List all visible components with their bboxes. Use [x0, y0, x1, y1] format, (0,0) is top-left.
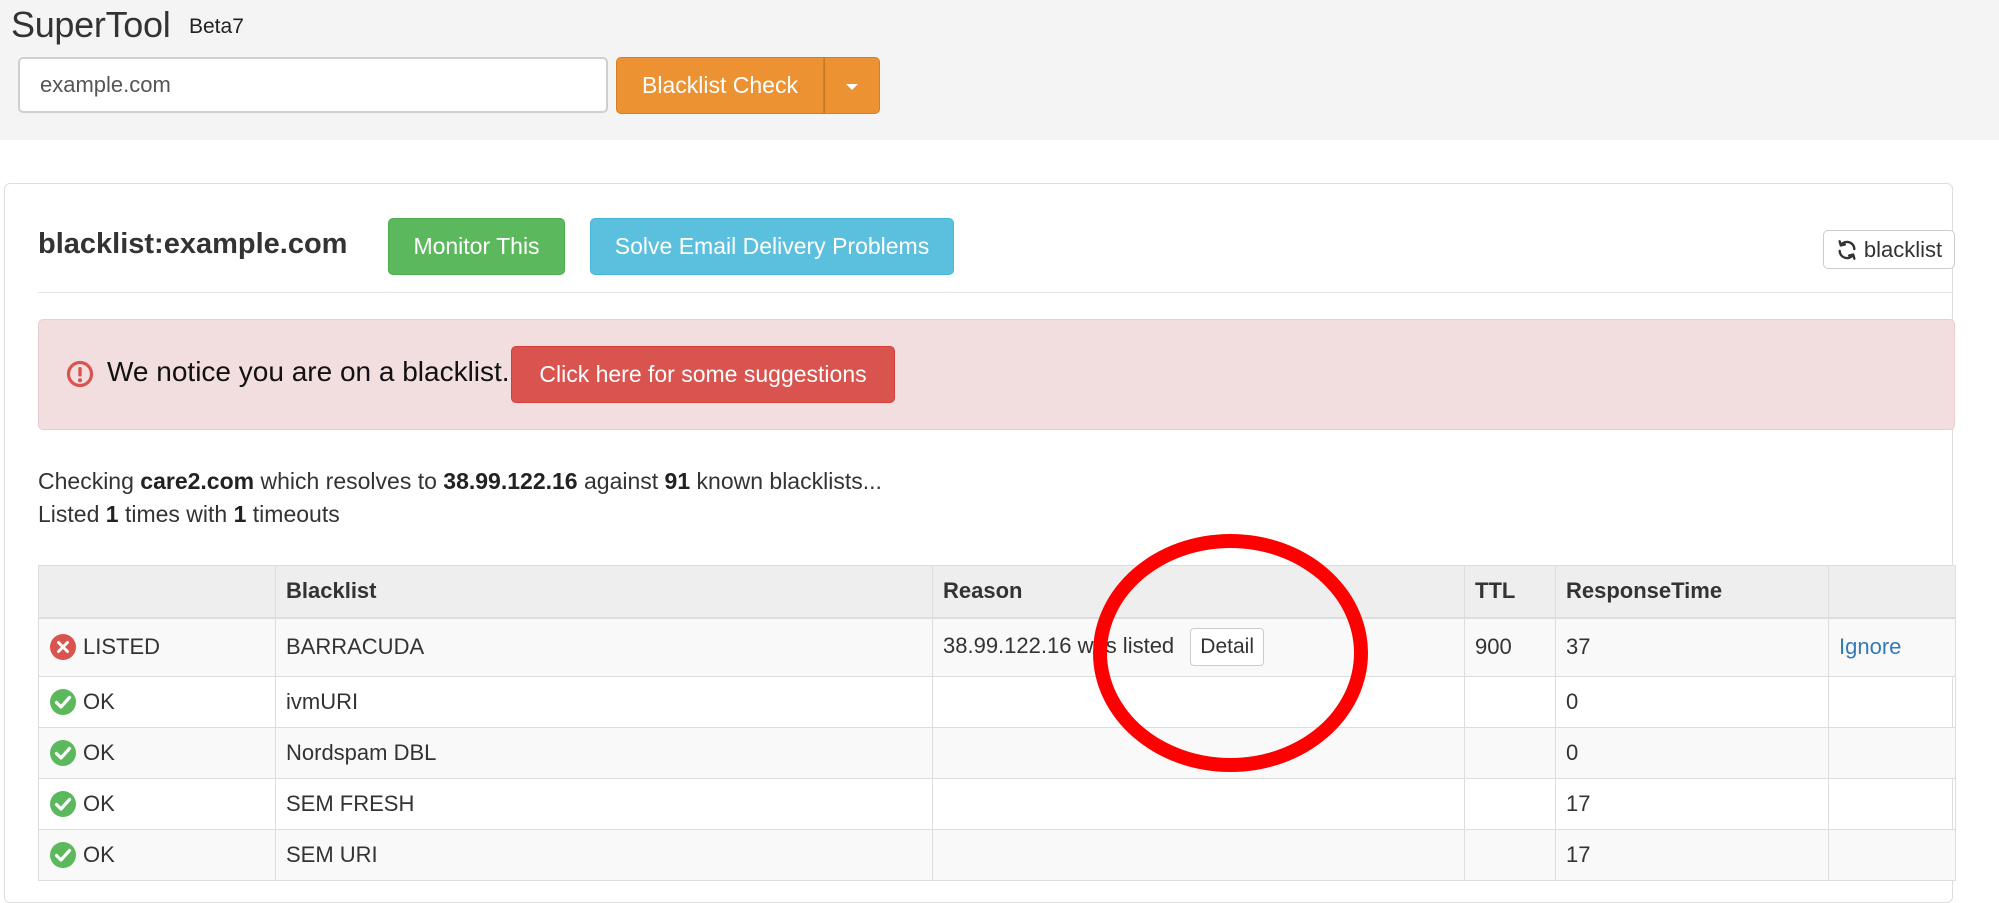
- reason-cell: [932, 727, 1465, 779]
- blacklist-name-cell: SEM URI: [275, 829, 933, 881]
- check-circle-icon: [50, 740, 76, 766]
- blacklist-results-table: Blacklist Reason TTL ResponseTime LISTED…: [38, 565, 1956, 881]
- brand-name: SuperTool: [11, 4, 171, 45]
- status-cell: OK: [38, 676, 276, 728]
- check-options-dropdown[interactable]: [824, 57, 880, 114]
- solve-email-problems-button[interactable]: Solve Email Delivery Problems: [590, 218, 954, 275]
- blacklist-check-button[interactable]: Blacklist Check: [616, 57, 824, 114]
- table-row: OK Nordspam DBL 0: [38, 727, 1956, 779]
- table-header-row: Blacklist Reason TTL ResponseTime: [38, 565, 1956, 619]
- check-summary: Checking care2.com which resolves to 38.…: [38, 468, 882, 495]
- summary-listed-label: Listed: [38, 501, 100, 527]
- table-row: OK SEM URI 17: [38, 829, 1956, 881]
- column-header-ttl[interactable]: TTL: [1464, 565, 1556, 619]
- table-row: OK SEM FRESH 17: [38, 778, 1956, 830]
- action-cell: [1828, 676, 1956, 728]
- reason-cell: [932, 829, 1465, 881]
- response-time-cell: 0: [1555, 727, 1829, 779]
- column-header-blacklist[interactable]: Blacklist: [275, 565, 933, 619]
- response-time-cell: 17: [1555, 829, 1829, 881]
- summary-known-label: known blacklists...: [696, 468, 882, 494]
- column-header-reason[interactable]: Reason: [932, 565, 1465, 619]
- summary-listed-count: 1: [105, 501, 119, 527]
- reason-text: 38.99.122.16 was listed: [943, 633, 1175, 659]
- ignore-link[interactable]: Ignore: [1839, 634, 1901, 659]
- x-circle-icon: [50, 634, 76, 661]
- reason-cell: 38.99.122.16 was listed Detail: [932, 617, 1465, 677]
- status-label: LISTED: [83, 634, 161, 660]
- status-label: OK: [83, 689, 115, 714]
- listed-summary: Listed 1 times with 1 timeouts: [38, 501, 340, 528]
- alert-message: We notice you are on a blacklist.: [107, 356, 510, 387]
- status-label: OK: [83, 791, 115, 816]
- status-label: OK: [83, 740, 115, 765]
- action-cell: Ignore: [1828, 617, 1956, 677]
- refresh-icon: [1838, 239, 1856, 260]
- table-row: OK ivmURI 0: [38, 676, 1956, 728]
- column-header-action: [1828, 565, 1956, 619]
- action-cell: [1828, 778, 1956, 830]
- summary-domain: care2.com: [140, 468, 255, 494]
- table-row: LISTED BARRACUDA 38.99.122.16 was listed…: [38, 617, 1956, 677]
- blacklist-name-cell: Nordspam DBL: [275, 727, 933, 779]
- ttl-cell: [1464, 727, 1556, 779]
- action-cell: [1828, 727, 1956, 779]
- blacklist-name-cell: BARRACUDA: [275, 617, 933, 677]
- check-circle-icon: [50, 842, 76, 868]
- check-circle-icon: [50, 689, 76, 715]
- summary-resolves-label: which resolves to: [260, 468, 437, 494]
- response-time-cell: 37: [1555, 617, 1829, 677]
- page-title: blacklist:example.com: [38, 228, 348, 260]
- summary-ip: 38.99.122.16: [443, 468, 578, 494]
- summary-checking-label: Checking: [38, 468, 134, 494]
- summary-timeout-count: 1: [233, 501, 247, 527]
- suggestions-button[interactable]: Click here for some suggestions: [511, 346, 895, 403]
- action-cell: [1828, 829, 1956, 881]
- refresh-button-label: blacklist: [1863, 236, 1943, 262]
- status-cell: OK: [38, 778, 276, 830]
- blacklist-name-cell: ivmURI: [275, 676, 933, 728]
- reason-cell: [932, 676, 1465, 728]
- detail-button[interactable]: Detail: [1190, 628, 1264, 667]
- ttl-cell: [1464, 676, 1556, 728]
- summary-times-label: times with: [124, 501, 228, 527]
- caret-down-icon: [846, 84, 858, 90]
- domain-search-input[interactable]: [18, 57, 608, 113]
- ttl-cell: [1464, 778, 1556, 830]
- monitor-this-button[interactable]: Monitor This: [388, 218, 565, 275]
- column-header-status: [38, 565, 276, 619]
- status-cell: OK: [38, 727, 276, 779]
- status-cell: OK: [38, 829, 276, 881]
- blacklist-name-cell: SEM FRESH: [275, 778, 933, 830]
- exclamation-circle-icon: [66, 360, 94, 388]
- response-time-cell: 17: [1555, 778, 1829, 830]
- summary-timeouts-label: timeouts: [252, 501, 340, 527]
- check-circle-icon: [50, 791, 76, 817]
- status-label: OK: [83, 842, 115, 867]
- refresh-blacklist-button[interactable]: blacklist: [1823, 230, 1955, 269]
- header-divider: [38, 292, 1954, 293]
- ttl-cell: 900: [1464, 617, 1556, 677]
- status-cell: LISTED: [38, 617, 276, 677]
- summary-against-label: against: [583, 468, 659, 494]
- reason-cell: [932, 778, 1465, 830]
- top-bar: SuperTool Beta7 Blacklist Check: [0, 0, 1999, 140]
- response-time-cell: 0: [1555, 676, 1829, 728]
- ttl-cell: [1464, 829, 1556, 881]
- summary-blacklist-count: 91: [664, 468, 691, 494]
- brand-version: Beta7: [189, 15, 244, 38]
- column-header-response-time[interactable]: ResponseTime: [1555, 565, 1829, 619]
